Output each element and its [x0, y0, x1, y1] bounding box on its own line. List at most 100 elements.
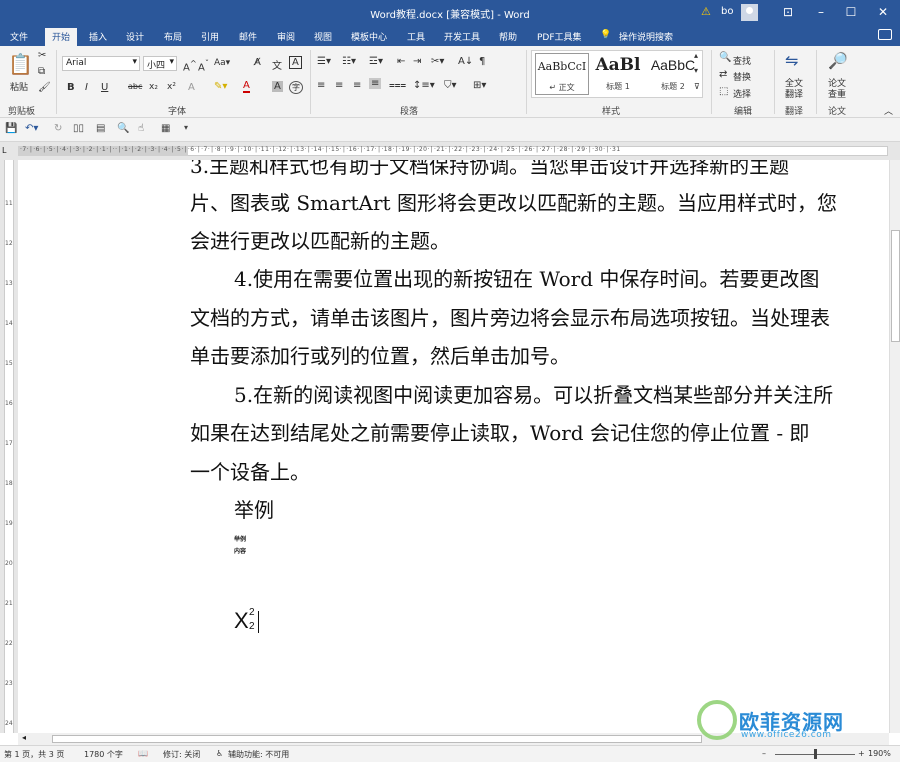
select-button[interactable]: 选择: [733, 87, 751, 100]
styles-more-icon[interactable]: ⊽: [694, 82, 700, 91]
zoom-slider-thumb[interactable]: [814, 749, 817, 759]
tab-help[interactable]: 帮助: [499, 30, 517, 43]
text-effects-icon[interactable]: A: [188, 82, 195, 93]
align-center-icon[interactable]: ≡: [335, 80, 343, 91]
page-count[interactable]: 第 1 页，共 3 页: [4, 749, 64, 760]
tab-mailings[interactable]: 邮件: [239, 30, 257, 43]
distribute-icon[interactable]: ⩶: [389, 80, 406, 91]
scroll-left-icon[interactable]: ◂: [22, 733, 26, 742]
proofing-icon[interactable]: 📖: [138, 749, 148, 758]
strikethrough-icon[interactable]: abc: [128, 82, 142, 91]
decrease-indent-icon[interactable]: ⇤: [397, 56, 405, 67]
replace-button[interactable]: 替换: [733, 70, 751, 83]
phonetic-icon[interactable]: 文: [272, 57, 282, 72]
increase-indent-icon[interactable]: ⇥: [413, 56, 421, 67]
tab-review[interactable]: 审阅: [277, 30, 295, 43]
tab-insert[interactable]: 插入: [89, 30, 107, 43]
horizontal-ruler[interactable]: L ·7·│·6·│·5·│·4·│·3·│·2·│·1·│··│·1·│·2·…: [0, 142, 900, 160]
numbering-icon[interactable]: ☷▾: [342, 56, 356, 67]
tab-selector-icon[interactable]: L: [2, 146, 6, 155]
word-count[interactable]: 1780 个字: [84, 749, 123, 760]
tell-me-search[interactable]: 操作说明搜索: [619, 30, 673, 43]
redo-icon[interactable]: ↻: [54, 123, 62, 134]
save-icon[interactable]: 💾: [5, 123, 17, 134]
ribbon-display-icon[interactable]: ⊡: [773, 0, 803, 26]
zoom-in-icon[interactable]: +: [858, 749, 865, 758]
zoom-out-icon[interactable]: –: [762, 749, 766, 758]
tab-developer[interactable]: 开发工具: [444, 30, 480, 43]
clear-format-icon[interactable]: A̸: [254, 57, 261, 68]
comment-icon[interactable]: [878, 29, 892, 40]
bullets-icon[interactable]: ☰▾: [317, 56, 331, 67]
paper-line2[interactable]: 查重: [828, 87, 846, 100]
translate-line2[interactable]: 翻译: [785, 87, 803, 100]
style-heading-2[interactable]: AaBbC 标题 2: [646, 53, 700, 95]
find-button[interactable]: 查找: [733, 54, 751, 67]
collapse-ribbon-icon[interactable]: ︿: [884, 104, 893, 117]
tab-tools[interactable]: 工具: [407, 30, 425, 43]
tab-templates[interactable]: 模板中心: [351, 30, 387, 43]
styles-scroll-down-icon[interactable]: ▾: [694, 66, 698, 75]
char-shading-icon[interactable]: A: [272, 81, 283, 92]
avatar[interactable]: [741, 4, 758, 21]
chinese-layout-icon[interactable]: ✂▾: [431, 56, 444, 67]
italic-icon[interactable]: I: [85, 82, 88, 93]
align-right-icon[interactable]: ≡: [353, 80, 361, 91]
sort-icon[interactable]: A↓: [458, 56, 473, 67]
copy-icon[interactable]: ⧉: [38, 66, 45, 77]
translate-icon[interactable]: ⇋: [785, 51, 798, 70]
format-painter-icon[interactable]: 🖌: [38, 82, 51, 93]
cut-icon[interactable]: ✂: [38, 50, 46, 61]
touch-mode-icon[interactable]: ☝: [138, 123, 144, 134]
tab-file[interactable]: 文件: [10, 30, 28, 43]
bold-icon[interactable]: B: [67, 82, 75, 93]
warning-icon[interactable]: ⚠: [701, 5, 711, 18]
subscript-icon[interactable]: x₂: [149, 82, 158, 92]
change-case-icon[interactable]: Aa▾: [214, 58, 230, 68]
styles-scroll-up-icon[interactable]: ▴: [694, 51, 698, 60]
multilevel-list-icon[interactable]: ☲▾: [369, 56, 383, 67]
char-border-icon[interactable]: A: [289, 56, 302, 69]
document-page[interactable]: 3.主题和样式也有助于文档保持协调。当您单击设计并选择新的主题 片、图表或 Sm…: [18, 160, 889, 733]
enclose-char-icon[interactable]: 字: [289, 81, 303, 94]
font-color-icon[interactable]: A: [243, 80, 250, 93]
paste-button[interactable]: 粘贴: [10, 80, 28, 93]
accessibility-status[interactable]: 辅助功能: 不可用: [228, 749, 289, 760]
print-layout-icon[interactable]: ▤: [96, 123, 105, 134]
two-pages-icon[interactable]: ▯▯: [73, 123, 84, 134]
minimize-button[interactable]: –: [806, 0, 836, 26]
print-preview-icon[interactable]: 🔍: [117, 123, 129, 134]
underline-icon[interactable]: U: [101, 82, 108, 93]
shading-icon[interactable]: ⛉▾: [444, 80, 457, 91]
customize-qat-icon[interactable]: ▾: [184, 123, 188, 132]
style-normal[interactable]: AaBbCcI ↵ 正文: [535, 53, 589, 95]
show-marks-icon[interactable]: ¶: [479, 56, 485, 67]
grow-font-icon[interactable]: A^: [183, 58, 197, 73]
superscript-icon[interactable]: x²: [167, 82, 176, 92]
shrink-font-icon[interactable]: Aˇ: [198, 58, 209, 73]
tab-pdf-tools[interactable]: PDF工具集: [537, 30, 582, 43]
tab-home[interactable]: 开始: [45, 28, 78, 46]
user-name[interactable]: bo: [721, 6, 733, 17]
font-size-select[interactable]: 小四: [143, 56, 177, 71]
draw-table-icon[interactable]: ▦: [161, 123, 170, 134]
highlight-icon[interactable]: ✎▾: [214, 81, 227, 92]
horizontal-scroll-thumb[interactable]: [52, 735, 702, 743]
vertical-scroll-thumb[interactable]: [891, 230, 900, 342]
maximize-button[interactable]: ☐: [836, 0, 866, 26]
vertical-scrollbar[interactable]: [889, 160, 900, 733]
track-changes-status[interactable]: 修订: 关闭: [163, 749, 200, 760]
tab-design[interactable]: 设计: [126, 30, 144, 43]
font-name-select[interactable]: Arial: [62, 56, 140, 71]
line-spacing-icon[interactable]: ↕≡▾: [413, 80, 435, 91]
align-left-icon[interactable]: ≡: [317, 80, 325, 91]
tab-layout[interactable]: 布局: [164, 30, 182, 43]
tab-references[interactable]: 引用: [201, 30, 219, 43]
zoom-level[interactable]: 190%: [868, 749, 891, 758]
style-heading-1[interactable]: AaBl 标题 1: [591, 53, 645, 95]
paper-check-icon[interactable]: 🔎: [828, 51, 848, 70]
paste-icon[interactable]: 📋: [8, 52, 33, 76]
borders-icon[interactable]: ⊞▾: [473, 80, 486, 91]
justify-icon[interactable]: ≡: [369, 78, 382, 89]
close-button[interactable]: ✕: [868, 0, 898, 26]
